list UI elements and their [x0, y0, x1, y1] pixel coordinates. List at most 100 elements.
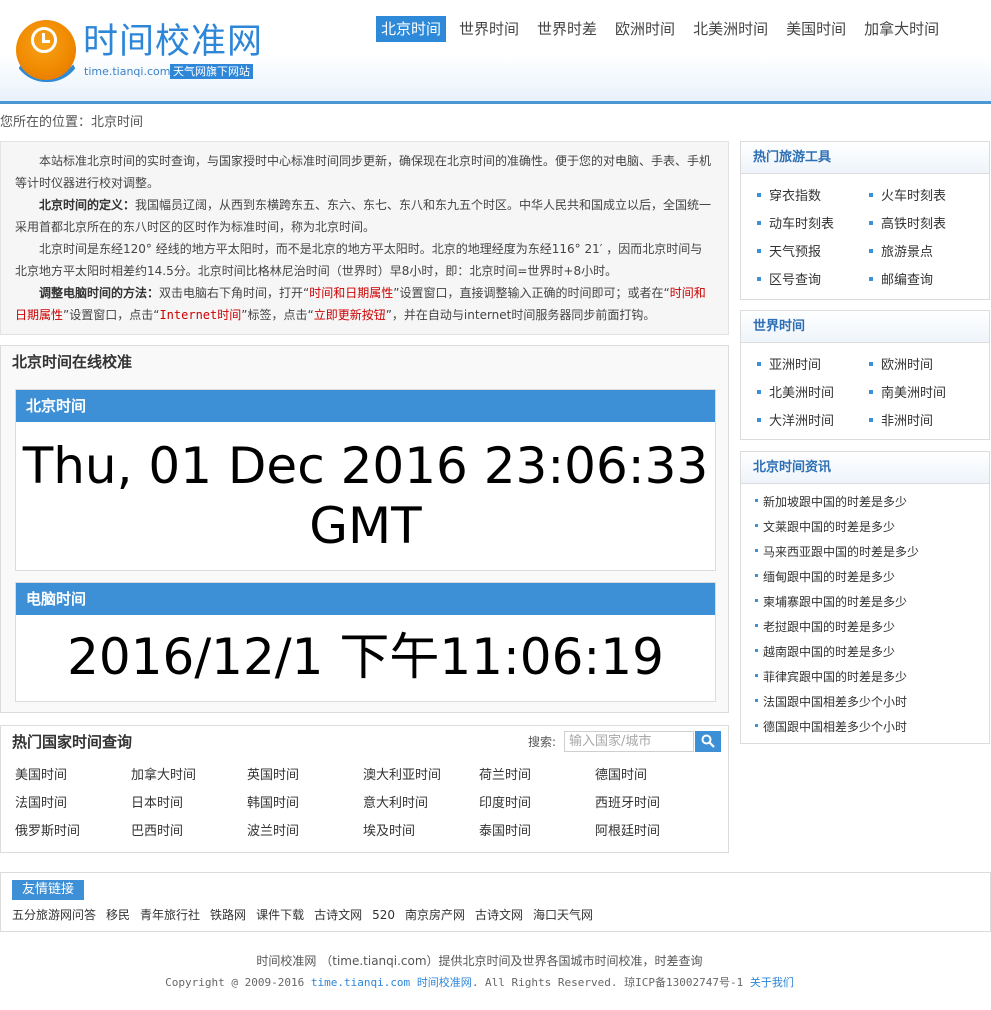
search-label: 搜索: — [528, 735, 557, 749]
news-item[interactable]: 文莱跟中国的时差是多少 — [755, 515, 989, 540]
sidebar-link[interactable]: 区号查询 — [757, 267, 869, 295]
footer-copyright-line: Copyright @ 2009-2016 time.tianqi.com 时间… — [0, 975, 959, 991]
country-link[interactable]: 俄罗斯时间 — [15, 818, 131, 846]
friend-links-list: 五分旅游网问答 移民 青年旅行社 铁路网 课件下载 古诗文网 520 南京房产网… — [12, 906, 603, 924]
adjust-text-a: 双击电脑右下角时间，打开“ — [159, 286, 310, 300]
country-link[interactable]: 加拿大时间 — [131, 762, 247, 790]
definition-heading: 北京时间的定义： — [39, 198, 136, 212]
friend-links-title: 友情链接 — [12, 880, 85, 900]
nav-beijing-time[interactable]: 北京时间 — [376, 16, 447, 42]
beijing-time-news-panel: 北京时间资讯 新加坡跟中国的时差是多少 文莱跟中国的时差是多少 马来西亚跟中国的… — [740, 451, 990, 744]
news-item[interactable]: 越南跟中国的时差是多少 — [755, 640, 989, 665]
sidebar-link[interactable]: 亚洲时间 — [757, 352, 869, 380]
country-link[interactable]: 西班牙时间 — [595, 790, 711, 818]
sidebar-link[interactable]: 大洋洲时间 — [757, 408, 869, 436]
sidebar-link[interactable]: 火车时刻表 — [869, 183, 981, 211]
country-link[interactable]: 澳大利亚时间 — [363, 762, 479, 790]
sidebar-link[interactable]: 北美洲时间 — [757, 380, 869, 408]
news-item[interactable]: 老挝跟中国的时差是多少 — [755, 615, 989, 640]
computer-time-box: 电脑时间 2016/12/1 下午11:06:19 — [15, 582, 716, 702]
country-link[interactable]: 英国时间 — [247, 762, 363, 790]
friend-link[interactable]: 古诗文网 — [475, 906, 523, 924]
search-icon — [701, 734, 715, 748]
friend-links-panel: 友情链接 五分旅游网问答 移民 青年旅行社 铁路网 课件下载 古诗文网 520 … — [0, 872, 991, 932]
friend-link[interactable]: 移民 — [106, 906, 130, 924]
search-input[interactable] — [564, 731, 694, 752]
country-link[interactable]: 阿根廷时间 — [595, 818, 711, 846]
country-link[interactable]: 埃及时间 — [363, 818, 479, 846]
search-button[interactable] — [695, 731, 721, 752]
news-item[interactable]: 德国跟中国相差多少个小时 — [755, 715, 989, 740]
friend-link[interactable]: 南京房产网 — [405, 906, 465, 924]
sidebar-link[interactable]: 旅游景点 — [869, 239, 981, 267]
news-list: 新加坡跟中国的时差是多少 文莱跟中国的时差是多少 马来西亚跟中国的时差是多少 缅… — [741, 484, 989, 740]
nav-world-time[interactable]: 世界时间 — [454, 16, 524, 42]
intro-paragraph-3: 北京时间是东经120° 经线的地方平太阳时，而不是北京的地方平太阳时。北京的地理… — [15, 242, 703, 278]
hot-countries-title: 热门国家时间查询 — [12, 733, 133, 751]
friend-link[interactable]: 铁路网 — [210, 906, 246, 924]
travel-tools-title: 热门旅游工具 — [741, 142, 989, 174]
highlight-datetime-props-1: 时间和日期属性 — [309, 286, 394, 300]
country-link[interactable]: 美国时间 — [15, 762, 131, 790]
country-link[interactable]: 泰国时间 — [479, 818, 595, 846]
country-link[interactable]: 巴西时间 — [131, 818, 247, 846]
friend-link[interactable]: 课件下载 — [256, 906, 304, 924]
news-item[interactable]: 缅甸跟中国的时差是多少 — [755, 565, 989, 590]
header: 时间校准网 time.tianqi.com 天气网旗下网站 北京时间 世界时间 … — [0, 0, 991, 104]
news-item[interactable]: 柬埔寨跟中国的时差是多少 — [755, 590, 989, 615]
nav-north-america-time[interactable]: 北美洲时间 — [688, 16, 773, 42]
main-nav: 北京时间 世界时间 世界时差 欧洲时间 北美洲时间 美国时间 加拿大时间 — [376, 16, 952, 42]
travel-tools-list: 穿衣指数 火车时刻表 动车时刻表 高铁时刻表 天气预报 旅游景点 区号查询 邮编… — [741, 174, 989, 295]
news-item[interactable]: 新加坡跟中国的时差是多少 — [755, 490, 989, 515]
friend-link[interactable]: 青年旅行社 — [140, 906, 200, 924]
world-time-panel: 世界时间 亚洲时间 欧洲时间 北美洲时间 南美洲时间 大洋洲时间 非洲时间 — [740, 310, 990, 440]
logo-badge: 天气网旗下网站 — [170, 64, 253, 79]
logo-title: 时间校准网 — [83, 22, 264, 62]
news-item[interactable]: 菲律宾跟中国的时差是多少 — [755, 665, 989, 690]
news-item[interactable]: 马来西亚跟中国的时差是多少 — [755, 540, 989, 565]
country-link[interactable]: 印度时间 — [479, 790, 595, 818]
sidebar-link[interactable]: 欧洲时间 — [869, 352, 981, 380]
news-title: 北京时间资讯 — [741, 452, 989, 484]
adjust-text-b: ”设置窗口，直接调整输入正确的时间即可；或者在“ — [393, 286, 670, 300]
logo-domain: time.tianqi.com — [84, 65, 171, 78]
about-us-link[interactable]: 关于我们 — [750, 976, 794, 989]
highlight-internet-time: Internet时间 — [159, 308, 242, 322]
country-link[interactable]: 波兰时间 — [247, 818, 363, 846]
friend-link[interactable]: 古诗文网 — [314, 906, 362, 924]
intro-paragraph-4: 调整电脑时间的方法：双击电脑右下角时间，打开“时间和日期属性”设置窗口，直接调整… — [15, 282, 714, 326]
friend-link[interactable]: 海口天气网 — [533, 906, 593, 924]
sidebar-link[interactable]: 穿衣指数 — [757, 183, 869, 211]
sidebar-link[interactable]: 南美洲时间 — [869, 380, 981, 408]
sidebar-link[interactable]: 邮编查询 — [869, 267, 981, 295]
world-time-list: 亚洲时间 欧洲时间 北美洲时间 南美洲时间 大洋洲时间 非洲时间 — [741, 343, 989, 436]
country-link[interactable]: 荷兰时间 — [479, 762, 595, 790]
nav-canada-time[interactable]: 加拿大时间 — [859, 16, 944, 42]
friend-link[interactable]: 五分旅游网问答 — [12, 906, 96, 924]
country-link[interactable]: 法国时间 — [15, 790, 131, 818]
country-link[interactable]: 意大利时间 — [363, 790, 479, 818]
country-link[interactable]: 德国时间 — [595, 762, 711, 790]
highlight-update-now: 立即更新按钮 — [313, 308, 386, 322]
country-link[interactable]: 日本时间 — [131, 790, 247, 818]
sidebar-link[interactable]: 非洲时间 — [869, 408, 981, 436]
computer-time-value: 2016/12/1 下午11:06:19 — [67, 628, 664, 686]
adjust-text-d: ”标签，点击“ — [241, 308, 314, 322]
footer-domain-link[interactable]: time.tianqi.com — [311, 976, 410, 989]
computer-time-label: 电脑时间 — [16, 583, 715, 615]
news-item[interactable]: 法国跟中国相差多少个小时 — [755, 690, 989, 715]
adjust-text-c: ”设置窗口，点击“ — [63, 308, 160, 322]
online-calibration-panel: 北京时间在线校准 北京时间 Thu, 01 Dec 2016 23:06:33 … — [0, 345, 729, 713]
country-link[interactable]: 韩国时间 — [247, 790, 363, 818]
sidebar-link[interactable]: 动车时刻表 — [757, 211, 869, 239]
copyright-text: Copyright @ 2009-2016 — [165, 976, 305, 989]
friend-link[interactable]: 520 — [372, 906, 395, 924]
nav-europe-time[interactable]: 欧洲时间 — [610, 16, 680, 42]
sidebar-link[interactable]: 高铁时刻表 — [869, 211, 981, 239]
beijing-time-value: Thu, 01 Dec 2016 23:06:33 GMT — [22, 437, 709, 555]
sidebar-link[interactable]: 天气预报 — [757, 239, 869, 267]
nav-world-time-difference[interactable]: 世界时差 — [532, 16, 602, 42]
adjust-text-e: ”，并在自动与internet时间服务器同步前面打钩。 — [385, 308, 656, 322]
nav-usa-time[interactable]: 美国时间 — [781, 16, 851, 42]
footer-site-link[interactable]: 时间校准网 — [417, 976, 472, 989]
